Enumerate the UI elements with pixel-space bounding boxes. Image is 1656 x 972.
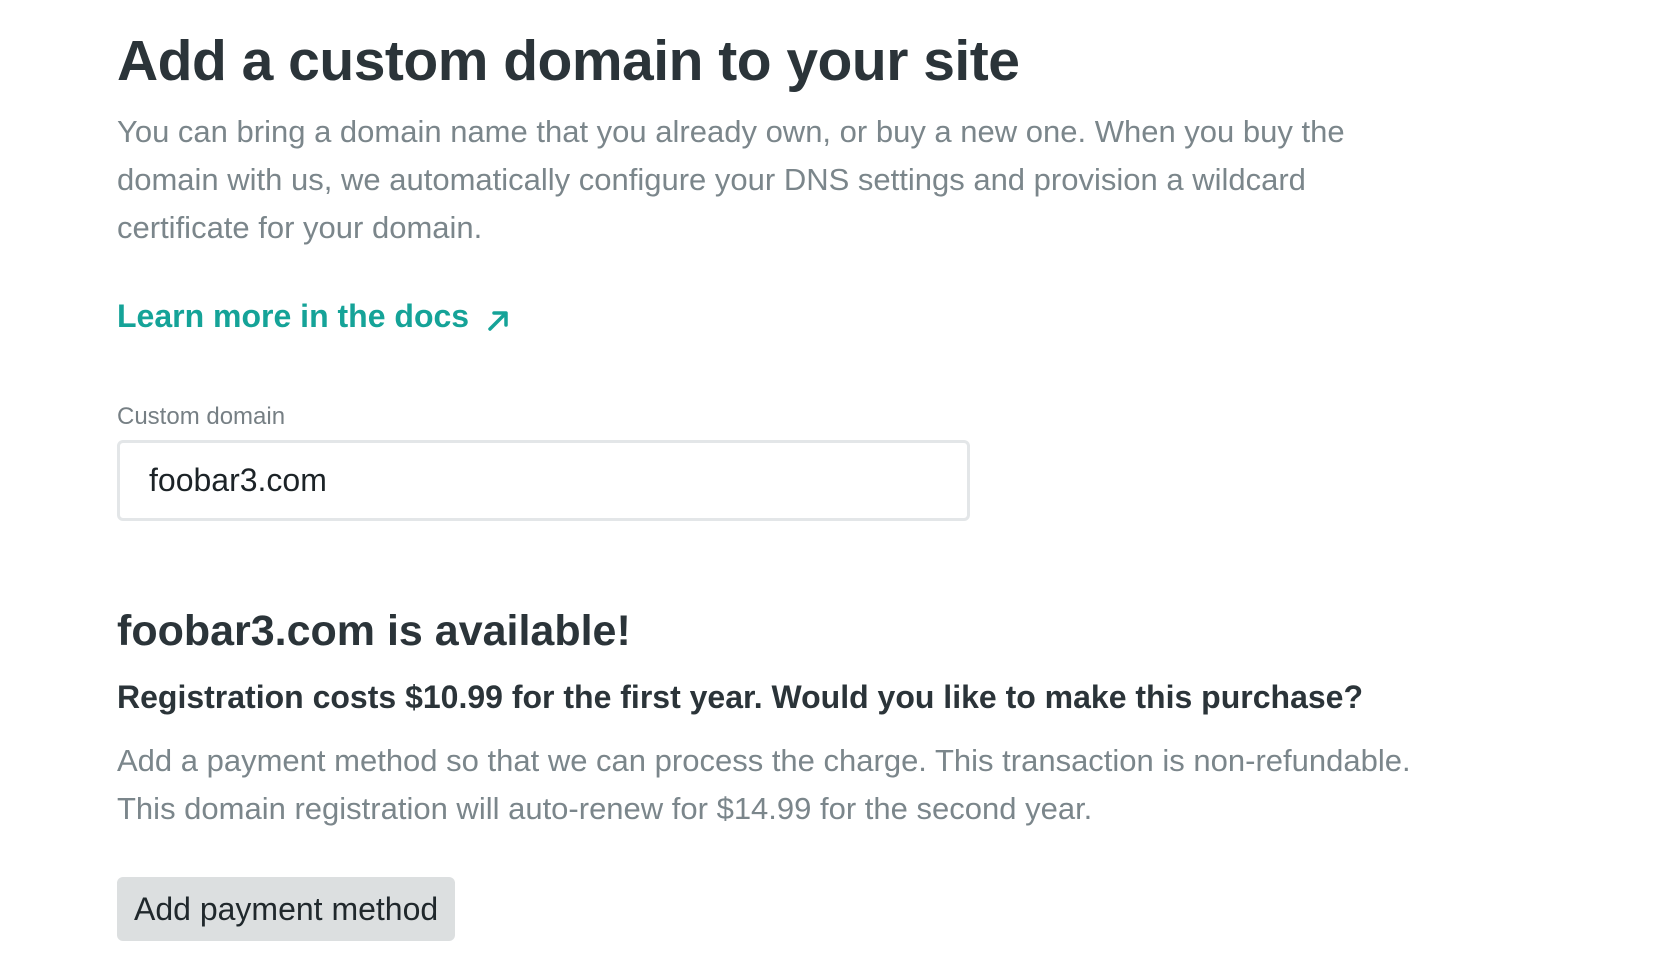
payment-info-text: Add a payment method so that we can proc…: [117, 743, 1411, 826]
registration-cost-text: Registration costs $10.99 for the first …: [117, 679, 1363, 715]
availability-title: foobar3.com is available!: [117, 607, 631, 655]
custom-domain-label: Custom domain: [117, 403, 286, 430]
docs-link-label: Learn more in the docs: [117, 298, 470, 334]
page-title: Add a custom domain to your site: [117, 29, 1020, 93]
intro-text: You can bring a domain name that you alr…: [117, 114, 1345, 245]
add-payment-method-button[interactable]: Add payment method: [117, 877, 456, 941]
learn-more-docs-link[interactable]: Learn more in the docs: [117, 296, 511, 336]
custom-domain-input[interactable]: [117, 440, 970, 521]
external-arrow-icon: [485, 303, 511, 331]
custom-domain-panel: Add a custom domain to your site You can…: [117, 28, 1437, 941]
